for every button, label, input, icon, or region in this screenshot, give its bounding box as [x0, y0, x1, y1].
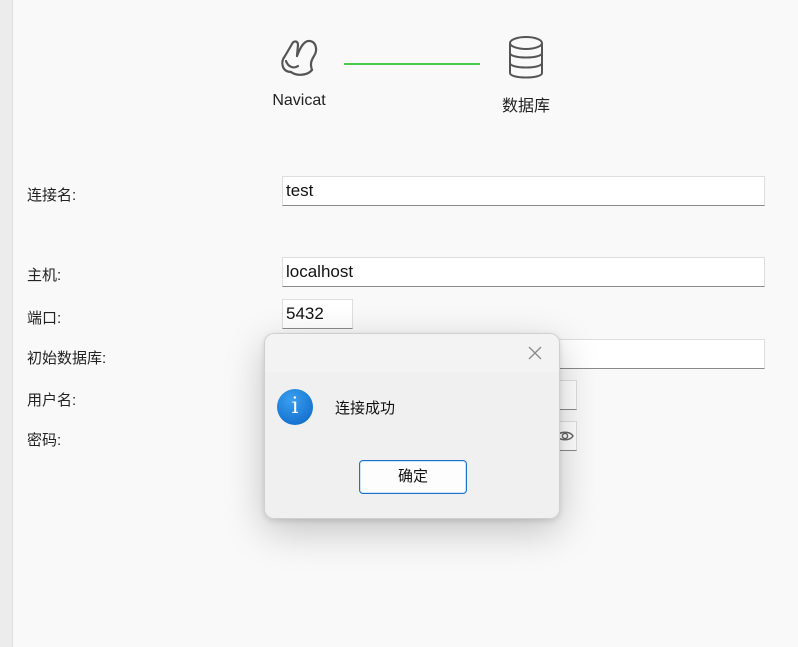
navicat-logo-icon [281, 39, 318, 76]
host-input[interactable]: localhost [282, 257, 765, 287]
left-sidebar-edge [0, 0, 13, 647]
port-label: 端口: [27, 310, 62, 327]
close-icon[interactable] [525, 343, 545, 363]
info-glyph: i [291, 394, 299, 419]
step-label-navicat: Navicat [272, 92, 326, 109]
host-label: 主机: [27, 267, 62, 284]
dialog-titlebar [265, 334, 559, 372]
step-label-database: 数据库 [501, 98, 550, 115]
info-icon: i [277, 389, 313, 425]
connection-name-input[interactable]: test [282, 176, 765, 206]
step-navicat: Navicat [262, 34, 336, 110]
port-input[interactable]: 5432 [282, 299, 353, 329]
ok-button[interactable]: 确定 [359, 460, 467, 494]
initial-database-label: 初始数据库: [27, 350, 107, 367]
connection-panel [13, 0, 798, 647]
message-dialog: i 连接成功 确定 [264, 333, 560, 519]
step-connector [344, 63, 480, 65]
password-label: 密码: [27, 432, 62, 449]
dialog-message: 连接成功 [335, 400, 396, 417]
step-database: 数据库 [488, 34, 564, 116]
database-icon [509, 36, 543, 79]
username-label: 用户名: [27, 392, 77, 409]
connection-name-label: 连接名: [27, 187, 77, 204]
